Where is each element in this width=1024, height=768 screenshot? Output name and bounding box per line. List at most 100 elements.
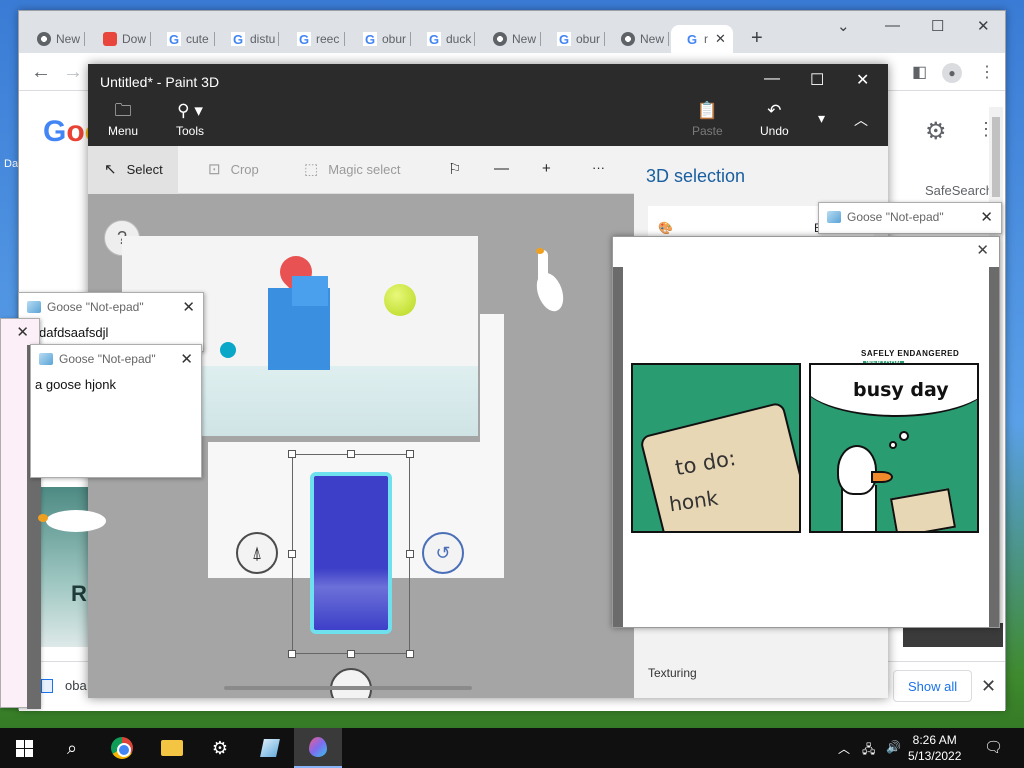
note-text[interactable]: dafdsaafsdjl	[19, 321, 203, 344]
crop-tool[interactable]: ⊡ Crop	[208, 160, 259, 178]
show-all-button[interactable]: Show all	[893, 670, 973, 702]
note-text[interactable]: a goose hjonk	[31, 373, 201, 396]
zoom-out-button[interactable]: —	[494, 160, 509, 177]
clipboard-icon: 📋	[696, 101, 718, 120]
profile-avatar-icon[interactable]: ●	[942, 63, 962, 83]
show-hidden-icons[interactable]: ︿	[838, 740, 850, 757]
paste-button[interactable]: 📋 Paste	[692, 101, 723, 139]
file-icon	[41, 678, 53, 693]
network-icon[interactable]: 🖧	[862, 740, 875, 761]
system-clock[interactable]: 8:26 AM 5/13/2022	[908, 732, 961, 764]
close-download-bar-icon[interactable]: ✕	[981, 676, 996, 697]
magic-select-tool[interactable]: ⬚ Magic select	[304, 160, 400, 178]
close-icon[interactable]: ✕	[856, 70, 869, 90]
settings-taskbar-button[interactable]: ⚙	[196, 728, 244, 768]
resize-handle[interactable]	[347, 450, 355, 458]
pixel-figure-head[interactable]	[292, 276, 328, 306]
safesearch-label[interactable]: SafeSearch	[925, 183, 993, 198]
thought-bubble	[899, 431, 909, 441]
canvas-white-strip	[480, 314, 504, 442]
resize-handle[interactable]	[288, 450, 296, 458]
canvas-horizontal-scrollbar[interactable]	[224, 686, 472, 690]
goose-meme-window[interactable]: ✕ SAFELY ENDANGEREDWEBTOON to do: honk b…	[612, 236, 1000, 628]
back-arrow-icon[interactable]: ←	[31, 61, 51, 84]
close-note-icon[interactable]: ✕	[182, 298, 195, 316]
google-icon: G	[363, 31, 377, 47]
plus-icon: +	[542, 160, 551, 177]
volume-icon[interactable]: 🔊	[886, 740, 901, 754]
tab-new-2[interactable]: New	[479, 25, 541, 53]
tab-obur-1[interactable]: Gobur	[349, 25, 411, 53]
paint3d-taskbar-button[interactable]	[294, 728, 342, 768]
settings-gear-icon[interactable]: ⚙	[925, 117, 947, 146]
tools-label: Tools	[176, 124, 205, 138]
tools-button[interactable]: ⚲ ▾ Tools	[176, 102, 205, 139]
z-axis-handle[interactable]	[330, 668, 372, 698]
close-note-icon[interactable]: ✕	[980, 208, 993, 226]
scrollbar-thumb[interactable]	[992, 117, 1000, 197]
notifications-icon[interactable]: 🗨	[984, 738, 1003, 756]
close-note-icon[interactable]: ✕	[180, 350, 193, 368]
minus-icon: —	[494, 160, 509, 177]
chrome-taskbar-button[interactable]	[98, 728, 146, 768]
select-tool[interactable]: ↖ Select	[104, 160, 163, 178]
comic-panel-2: busy day	[809, 363, 979, 533]
minimize-icon[interactable]: —	[764, 70, 780, 88]
new-tab-button[interactable]: +	[751, 27, 763, 50]
view-3d-button[interactable]: ⚐	[448, 160, 461, 178]
tab-download[interactable]: Dow	[89, 25, 151, 53]
selected-3d-object[interactable]	[310, 472, 392, 634]
close-window-icon[interactable]: ✕	[977, 17, 990, 35]
file-explorer-button[interactable]	[148, 728, 196, 768]
close-meme-icon[interactable]: ✕	[976, 241, 989, 259]
download-item[interactable]: oba	[41, 678, 87, 693]
close-note-icon[interactable]: ✕	[16, 323, 29, 341]
goose-note-window[interactable]: Goose "Not-epad" ✕ dafdsaafsdjl	[18, 292, 204, 352]
resize-handle[interactable]	[406, 650, 414, 658]
paste-label: Paste	[692, 124, 723, 138]
notepad-taskbar-button[interactable]	[246, 728, 294, 768]
close-tab-icon[interactable]: ✕	[715, 31, 726, 47]
resize-handle[interactable]	[288, 650, 296, 658]
tilt-rotate-icon[interactable]: ⍋	[236, 532, 278, 574]
tab-cute[interactable]: Gcute	[153, 25, 215, 53]
reading-list-icon[interactable]: ◧	[912, 62, 927, 82]
tab-new-1[interactable]: New	[23, 25, 85, 53]
rotate-icon[interactable]: ↺	[422, 532, 464, 574]
tab-distu[interactable]: Gdistu	[217, 25, 279, 53]
collapse-ribbon-icon[interactable]: ︿	[854, 110, 868, 130]
more-options-button[interactable]: ···	[592, 160, 605, 175]
panel-title: 3D selection	[646, 166, 746, 186]
tennis-ball-object[interactable]	[384, 284, 416, 316]
resize-handle[interactable]	[288, 550, 296, 558]
magic-select-label: Magic select	[328, 161, 401, 177]
menu-button[interactable]: 🗀 Menu	[108, 102, 138, 139]
start-button[interactable]	[0, 728, 48, 768]
tab-active[interactable]: Gr ✕	[671, 25, 733, 53]
maximize-icon[interactable]: ☐	[810, 70, 824, 90]
tab-duck[interactable]: Gduck	[413, 25, 475, 53]
minimize-icon[interactable]: —	[885, 17, 900, 34]
chrome-icon	[493, 32, 507, 46]
resize-handle[interactable]	[406, 450, 414, 458]
maximize-icon[interactable]: ☐	[931, 17, 944, 35]
notepad-icon	[260, 739, 280, 757]
zoom-in-button[interactable]: +	[542, 160, 551, 177]
notepad-icon	[27, 301, 41, 313]
tab-search-icon[interactable]: ⌄	[837, 17, 850, 35]
goose-note-window[interactable]: Goose "Not-epad" ✕ a goose hjonk	[30, 344, 202, 478]
resize-handle[interactable]	[406, 550, 414, 558]
forward-arrow-icon[interactable]: →	[63, 61, 83, 84]
tab-obur-2[interactable]: Gobur	[543, 25, 605, 53]
history-dropdown-icon[interactable]: ▾	[818, 110, 825, 127]
undo-button[interactable]: ↶ Undo	[760, 102, 789, 139]
search-icon[interactable]: ⌕	[48, 728, 96, 768]
tab-reec[interactable]: Greec	[283, 25, 345, 53]
rotate-handle-small[interactable]	[220, 342, 236, 358]
goose-note-window[interactable]: Goose "Not-epad" ✕	[818, 202, 1002, 234]
goose-beak	[871, 471, 893, 483]
resize-handle[interactable]	[347, 650, 355, 658]
more-menu-icon[interactable]: ⋮	[979, 62, 995, 82]
palette-icon: 🎨	[658, 221, 673, 235]
tab-new-3[interactable]: New	[607, 25, 669, 53]
